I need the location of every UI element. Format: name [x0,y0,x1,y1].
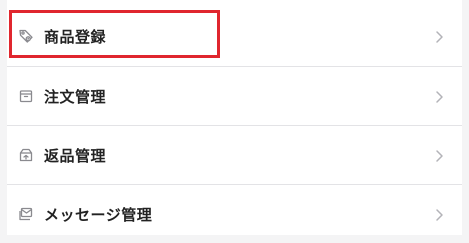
menu-item-label: 商品登録 [44,27,107,46]
chevron-right-icon [434,89,444,103]
menu-item-label: メッセージ管理 [44,205,153,224]
box-icon [18,88,34,104]
message-icon [18,206,34,222]
menu-item-message-management[interactable]: メッセージ管理 [7,185,462,243]
tag-icon [18,28,34,44]
menu-item-product-registration[interactable]: 商品登録 [7,7,462,65]
chevron-right-icon [434,29,444,43]
return-box-icon [18,147,34,163]
menu-item-label: 注文管理 [44,87,107,106]
menu-item-return-management[interactable]: 返品管理 [7,126,462,184]
menu-item-order-management[interactable]: 注文管理 [7,67,462,125]
chevron-right-icon [434,148,444,162]
menu-list: 商品登録 注文管理 返品管理 メッセージ管理 [7,0,462,235]
chevron-right-icon [434,207,444,221]
menu-item-label: 返品管理 [44,146,107,165]
